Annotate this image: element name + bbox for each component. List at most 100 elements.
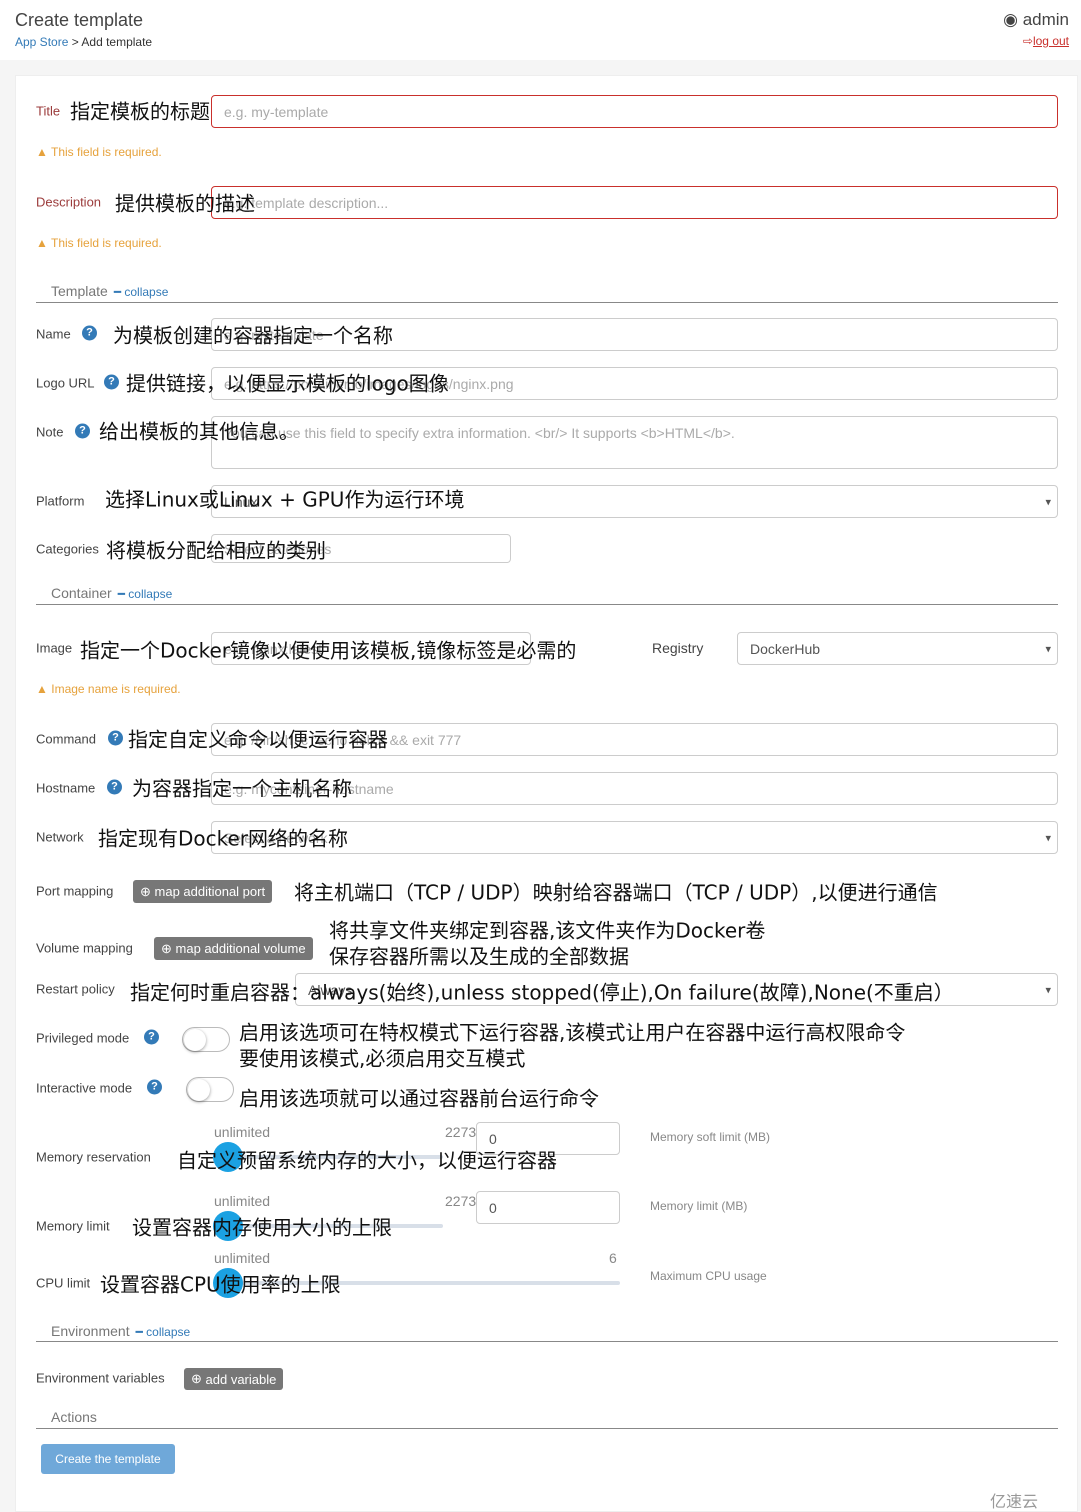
annotation: 将模板分配给相应的类别 [106, 538, 326, 563]
categories-label: Categories [36, 541, 99, 557]
warning-icon: ▲ [36, 236, 48, 250]
page-title: Create template [15, 10, 144, 30]
annotation: 选择Linux或Linux + GPU作为运行环境 [105, 487, 465, 512]
env-vars-label: Environment variables [36, 1370, 165, 1386]
container-collapse-link[interactable]: ━ collapse [118, 587, 173, 601]
create-template-button[interactable]: Create the template [41, 1444, 175, 1474]
page-header: Create template App Store > Add template… [0, 0, 1081, 60]
slider-min-label: unlimited [214, 1124, 271, 1140]
title-label: Title [36, 103, 61, 119]
image-label: Image [36, 640, 73, 656]
annotation: 设置容器内存使用大小的上限 [132, 1215, 392, 1240]
registry-select[interactable]: DockerHub [737, 632, 1058, 665]
user-icon: ◉ [1003, 10, 1018, 29]
annotation: 指定自定义命令以便运行容器 [128, 727, 388, 752]
cpu-limit-hint: Maximum CPU usage [650, 1269, 767, 1283]
name-label: Name [36, 326, 71, 342]
environment-collapse-link[interactable]: ━ collapse [136, 1325, 191, 1339]
actions-section-title: Actions [51, 1409, 97, 1425]
plus-circle-icon: ⊕ [140, 883, 155, 899]
privileged-toggle[interactable] [182, 1027, 230, 1052]
hostname-label: Hostname [36, 780, 96, 796]
description-error: ▲ This field is required. [36, 236, 162, 250]
interactive-label: Interactive mode [36, 1080, 133, 1096]
platform-label: Platform [36, 493, 85, 509]
breadcrumb: App Store > Add template [15, 35, 152, 49]
help-icon[interactable]: ? [75, 423, 90, 439]
breadcrumb-app-store[interactable]: App Store [15, 35, 68, 49]
cpu-limit-label: CPU limit [36, 1275, 91, 1291]
volume-mapping-label: Volume mapping [36, 940, 133, 956]
annotation: 提供链接，以便显示模板的logo图像 [126, 371, 449, 396]
help-icon[interactable]: ? [147, 1079, 162, 1095]
slider-max-label: 2273 [445, 1193, 477, 1209]
annotation: 启用该选项可在特权模式下运行容器,该模式让用户在容器中运行高权限命令 [239, 1020, 906, 1045]
memory-limit-input[interactable]: 0 [476, 1191, 620, 1224]
template-collapse-link[interactable]: ━ collapse [114, 285, 169, 299]
slider-max-label: 2273 [445, 1124, 477, 1140]
watermark-logo: 亿速云 [990, 1494, 1039, 1511]
environment-section-title: Environment ━ collapse [51, 1323, 191, 1339]
registry-label: Registry [652, 640, 704, 656]
interactive-toggle[interactable] [186, 1077, 234, 1102]
command-label: Command [36, 731, 96, 747]
help-icon[interactable]: ? [144, 1029, 159, 1045]
warning-icon: ▲ [36, 145, 48, 159]
memory-limit-hint: Memory limit (MB) [650, 1199, 748, 1213]
annotation: 将主机端口（TCP / UDP）映射给容器端口（TCP / UDP）,以便进行通… [294, 880, 938, 905]
user-name: admin [1022, 10, 1069, 29]
annotation: 启用该选项就可以通过容器前台运行命令 [239, 1086, 599, 1111]
plus-circle-icon: ⊕ [161, 940, 176, 956]
plus-circle-icon: ⊕ [191, 1371, 206, 1386]
user-menu[interactable]: ◉ admin [1003, 10, 1069, 30]
annotation: 指定现有Docker网络的名称 [98, 826, 349, 851]
logout-label: log out [1032, 34, 1069, 48]
annotation: 指定一个Docker镜像以便使用该模板,镜像标签是必需的 [80, 638, 577, 663]
slider-max-label: 6 [609, 1250, 617, 1266]
image-error: ▲ Image name is required. [36, 682, 181, 696]
title-input[interactable]: e.g. my-template [211, 95, 1058, 128]
note-textarea[interactable]: You can use this field to specify extra … [211, 416, 1058, 469]
map-volume-button[interactable]: ⊕ map additional volume [154, 937, 313, 960]
help-icon[interactable]: ? [82, 325, 97, 341]
restart-policy-label: Restart policy [36, 981, 115, 997]
breadcrumb-separator: > [68, 35, 82, 49]
map-port-button[interactable]: ⊕ map additional port [133, 880, 273, 903]
divider [36, 604, 1058, 605]
memory-reservation-label: Memory reservation [36, 1149, 151, 1165]
annotation: 为模板创建的容器指定一个名称 [113, 323, 393, 348]
divider [36, 1428, 1058, 1429]
breadcrumb-current: Add template [81, 35, 153, 49]
logout-link[interactable]: ⇨log out [1023, 34, 1069, 48]
memory-limit-label: Memory limit [36, 1218, 110, 1234]
network-label: Network [36, 829, 84, 845]
annotation: 给出模板的其他信息。 [99, 419, 299, 444]
help-icon[interactable]: ? [107, 779, 122, 795]
title-error: ▲ This field is required. [36, 145, 162, 159]
slider-min-label: unlimited [214, 1193, 271, 1209]
annotation: 将共享文件夹绑定到容器,该文件夹作为Docker卷 [329, 918, 766, 943]
description-input[interactable]: e.g. template description... [211, 186, 1058, 219]
annotation: 设置容器CPU使用率的上限 [100, 1272, 341, 1297]
annotation: 提供模板的描述 [115, 191, 255, 216]
help-icon[interactable]: ? [108, 730, 123, 746]
privileged-label: Privileged mode [36, 1030, 130, 1046]
annotation: 指定模板的标题 [70, 99, 210, 124]
annotation: 自定义预留系统内存的大小，以便运行容器 [177, 1148, 557, 1173]
divider [36, 302, 1058, 303]
logout-icon: ⇨ [1022, 34, 1033, 48]
memory-reservation-hint: Memory soft limit (MB) [650, 1130, 770, 1144]
slider-min-label: unlimited [214, 1250, 271, 1266]
annotation: 为容器指定一个主机名称 [132, 776, 352, 801]
description-label: Description [36, 194, 102, 210]
warning-icon: ▲ [36, 682, 48, 696]
annotation: 指定何时重启容器：always(始终),unless stopped(停止),O… [130, 980, 954, 1005]
logo-url-label: Logo URL [36, 375, 95, 391]
help-icon[interactable]: ? [104, 374, 119, 390]
container-section-title: Container ━ collapse [51, 585, 173, 601]
annotation: 保存容器所需以及生成的全部数据 [329, 944, 629, 969]
add-variable-button[interactable]: ⊕ add variable [184, 1368, 284, 1390]
annotation: 要使用该模式,必须启用交互模式 [239, 1046, 526, 1071]
port-mapping-label: Port mapping [36, 883, 114, 899]
divider [36, 1341, 1058, 1342]
